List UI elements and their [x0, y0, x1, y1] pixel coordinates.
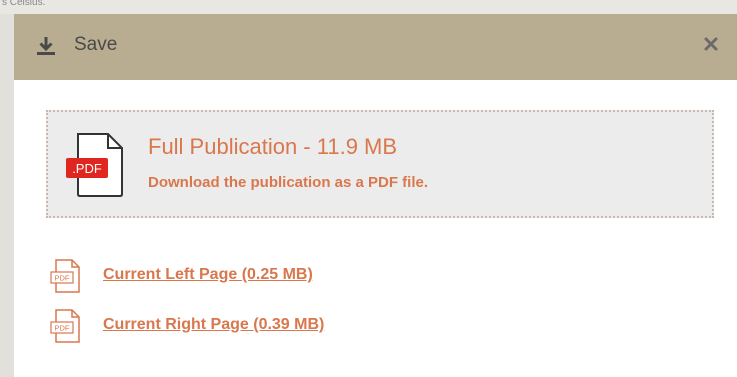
current-left-page-link[interactable]: PDF Current Left Page (0.25 MB): [48, 258, 448, 294]
background-page-edge: [0, 14, 14, 377]
svg-text:PDF: PDF: [55, 274, 70, 283]
dialog-header: Save: [14, 14, 737, 80]
pdf-file-icon: PDF: [50, 309, 80, 343]
background-page-strip: s Celsius.: [0, 0, 737, 14]
background-text: s Celsius.: [2, 0, 46, 8]
close-icon: [704, 37, 718, 51]
dialog-title: Save: [74, 34, 118, 55]
current-right-page-label[interactable]: Current Right Page (0.39 MB): [103, 316, 324, 334]
pdf-file-icon: .PDF: [66, 133, 123, 197]
current-right-page-link[interactable]: PDF Current Right Page (0.39 MB): [48, 308, 448, 344]
svg-text:PDF: PDF: [55, 324, 70, 333]
svg-text:.PDF: .PDF: [72, 161, 102, 176]
full-publication-description: Download the publication as a PDF file.: [148, 174, 429, 191]
full-publication-download[interactable]: .PDF Full Publication - 11.9 MB Download…: [46, 110, 714, 218]
current-left-page-label[interactable]: Current Left Page (0.25 MB): [103, 266, 313, 284]
close-button[interactable]: [699, 32, 723, 56]
full-publication-title: Full Publication - 11.9 MB: [148, 134, 398, 159]
pdf-file-icon: PDF: [50, 259, 80, 293]
save-dialog: Save .PDF Full Publication - 11.9 MB Dow…: [14, 14, 737, 377]
download-icon: [37, 37, 55, 55]
